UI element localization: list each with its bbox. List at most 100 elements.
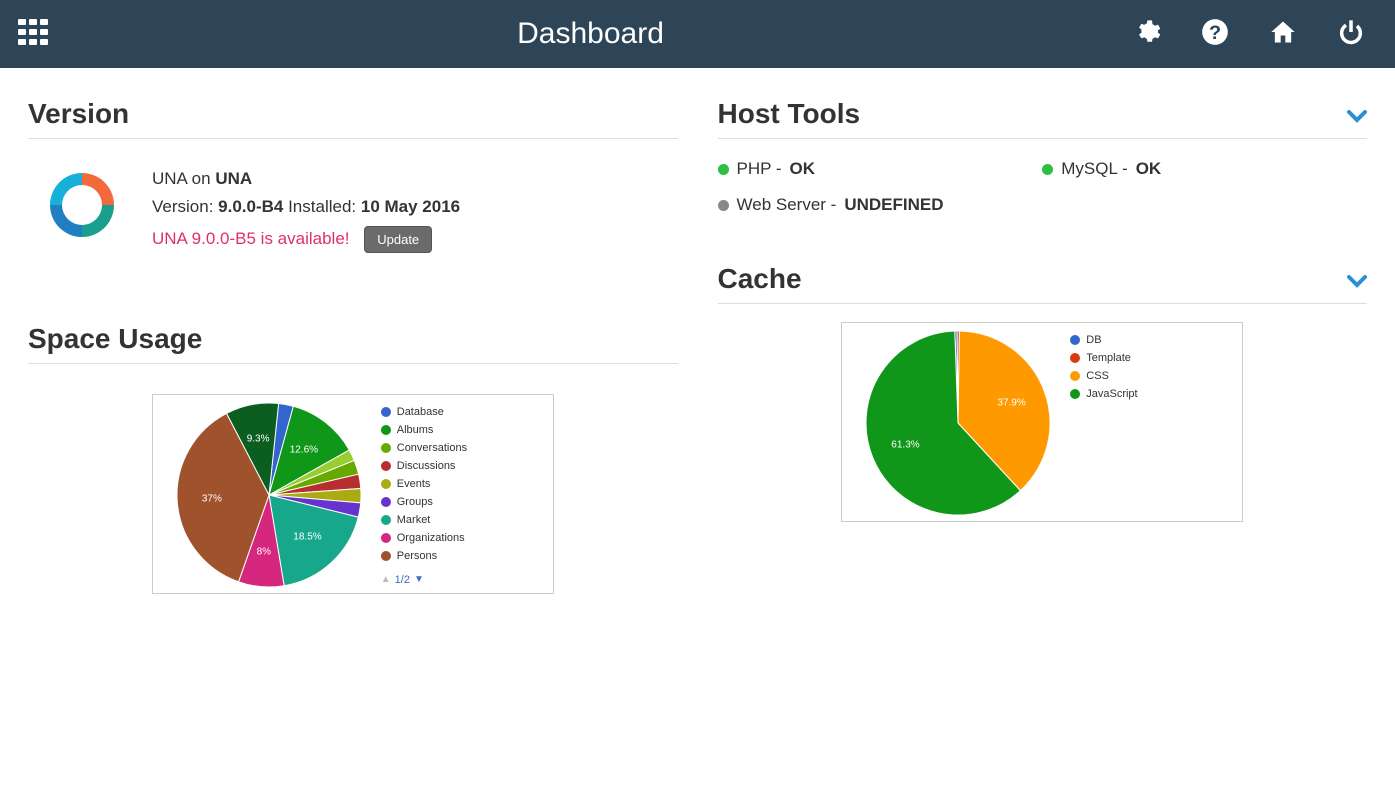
cache-legend: DBTemplateCSSJavaScript: [1050, 331, 1234, 513]
legend-item[interactable]: Groups: [381, 493, 545, 511]
legend-item[interactable]: Persons: [381, 547, 545, 565]
gear-icon[interactable]: [1133, 18, 1161, 51]
legend-label: DB: [1086, 331, 1101, 349]
legend-swatch-icon: [381, 551, 391, 561]
legend-swatch-icon: [1070, 353, 1080, 363]
legend-swatch-icon: [381, 515, 391, 525]
dashboard-content: Version UNA on UNA Version: 9.0.0-B4 Ins…: [0, 68, 1395, 594]
cache-head: Cache: [718, 263, 1368, 303]
host-tools-grid: PHP - OKMySQL - OKWeb Server - UNDEFINED: [718, 159, 1368, 215]
apps-menu-icon[interactable]: [18, 19, 48, 50]
update-button[interactable]: Update: [364, 226, 432, 253]
app-header: Dashboard ?: [0, 0, 1395, 68]
pager-position: 1/2: [395, 571, 410, 589]
installed-date: 10 May 2016: [361, 197, 460, 216]
space-legend-pager: ▲ 1/2 ▼: [381, 571, 545, 589]
version-value: 9.0.0-B4: [218, 197, 283, 216]
update-available-text: UNA 9.0.0-B5 is available!: [152, 225, 350, 253]
legend-item[interactable]: Database: [381, 403, 545, 421]
pie-slice-label: 37%: [202, 494, 222, 505]
host-item-status: OK: [790, 159, 816, 179]
pie-slice-label: 12.6%: [290, 445, 318, 456]
legend-item[interactable]: Market: [381, 511, 545, 529]
svg-text:?: ?: [1209, 22, 1221, 44]
legend-swatch-icon: [381, 407, 391, 417]
installed-label: Installed:: [283, 197, 361, 216]
space-usage-chart: 12.6% 18.5% 8% 37% 9.3% DatabaseAlbumsConver…: [152, 394, 554, 594]
cache-heading: Cache: [718, 263, 802, 295]
page-title: Dashboard: [48, 17, 1133, 51]
legend-label: Persons: [397, 547, 437, 565]
legend-swatch-icon: [381, 461, 391, 471]
legend-item[interactable]: JavaScript: [1070, 385, 1234, 403]
legend-swatch-icon: [1070, 335, 1080, 345]
legend-label: Market: [397, 511, 431, 529]
legend-item[interactable]: Events: [381, 475, 545, 493]
version-panel: UNA on UNA Version: 9.0.0-B4 Installed: …: [28, 165, 678, 253]
app-prefix: UNA on: [152, 169, 215, 188]
legend-item[interactable]: Albums: [381, 421, 545, 439]
legend-item[interactable]: Template: [1070, 349, 1234, 367]
version-heading: Version: [28, 98, 678, 130]
cache-section: Cache 37.9% 61.3% DBTemplateCSSJavaScript: [718, 263, 1368, 522]
legend-label: Albums: [397, 421, 434, 439]
help-icon[interactable]: ?: [1201, 18, 1229, 51]
host-item-status: UNDEFINED: [844, 195, 943, 215]
status-dot-icon: [718, 164, 729, 175]
legend-item[interactable]: Discussions: [381, 457, 545, 475]
legend-label: Organizations: [397, 529, 465, 547]
legend-swatch-icon: [1070, 389, 1080, 399]
host-item: Web Server - UNDEFINED: [718, 195, 1043, 215]
una-logo-icon: [42, 165, 122, 245]
host-item: PHP - OK: [718, 159, 1043, 179]
legend-label: Groups: [397, 493, 433, 511]
cache-pie[interactable]: 37.9% 61.3%: [866, 331, 1050, 515]
legend-label: Template: [1086, 349, 1131, 367]
legend-swatch-icon: [381, 533, 391, 543]
pie-slice-label: 37.9%: [997, 397, 1025, 408]
legend-swatch-icon: [1070, 371, 1080, 381]
legend-item[interactable]: DB: [1070, 331, 1234, 349]
version-label: Version:: [152, 197, 218, 216]
left-column: Version UNA on UNA Version: 9.0.0-B4 Ins…: [28, 98, 678, 594]
host-item-name: PHP -: [737, 159, 782, 179]
legend-swatch-icon: [381, 479, 391, 489]
right-column: Host Tools PHP - OKMySQL - OKWeb Server …: [718, 98, 1368, 594]
pie-slice-label: 18.5%: [293, 532, 321, 543]
legend-item[interactable]: Conversations: [381, 439, 545, 457]
status-dot-icon: [1042, 164, 1053, 175]
power-icon[interactable]: [1337, 18, 1365, 51]
pie-slice-label: 9.3%: [247, 434, 270, 445]
space-legend: DatabaseAlbumsConversationsDiscussionsEv…: [361, 403, 545, 585]
divider: [28, 363, 678, 364]
host-item: MySQL - OK: [1042, 159, 1367, 179]
pie-slice-label: 8%: [257, 546, 271, 557]
pager-next-icon[interactable]: ▼: [414, 571, 424, 589]
legend-label: Database: [397, 403, 444, 421]
host-item-name: MySQL -: [1061, 159, 1127, 179]
legend-item[interactable]: Organizations: [381, 529, 545, 547]
app-name: UNA: [215, 169, 252, 188]
pager-prev-icon[interactable]: ▲: [381, 571, 391, 589]
legend-swatch-icon: [381, 425, 391, 435]
host-tools-head: Host Tools: [718, 98, 1368, 138]
version-info: UNA on UNA Version: 9.0.0-B4 Installed: …: [152, 165, 460, 253]
chevron-down-icon[interactable]: [1347, 272, 1367, 295]
space-pie[interactable]: 12.6% 18.5% 8% 37% 9.3%: [177, 403, 361, 587]
space-usage-heading: Space Usage: [28, 323, 678, 355]
legend-item[interactable]: CSS: [1070, 367, 1234, 385]
divider: [28, 138, 678, 139]
cache-chart: 37.9% 61.3% DBTemplateCSSJavaScript: [841, 322, 1243, 522]
host-tools-heading: Host Tools: [718, 98, 861, 130]
legend-swatch-icon: [381, 443, 391, 453]
chevron-down-icon[interactable]: [1347, 107, 1367, 130]
divider: [718, 138, 1368, 139]
home-icon[interactable]: [1269, 18, 1297, 51]
host-item-name: Web Server -: [737, 195, 837, 215]
legend-label: Events: [397, 475, 431, 493]
host-item-status: OK: [1136, 159, 1162, 179]
legend-label: JavaScript: [1086, 385, 1137, 403]
legend-label: Discussions: [397, 457, 456, 475]
legend-label: Conversations: [397, 439, 467, 457]
pie-slice-label: 61.3%: [891, 439, 919, 450]
